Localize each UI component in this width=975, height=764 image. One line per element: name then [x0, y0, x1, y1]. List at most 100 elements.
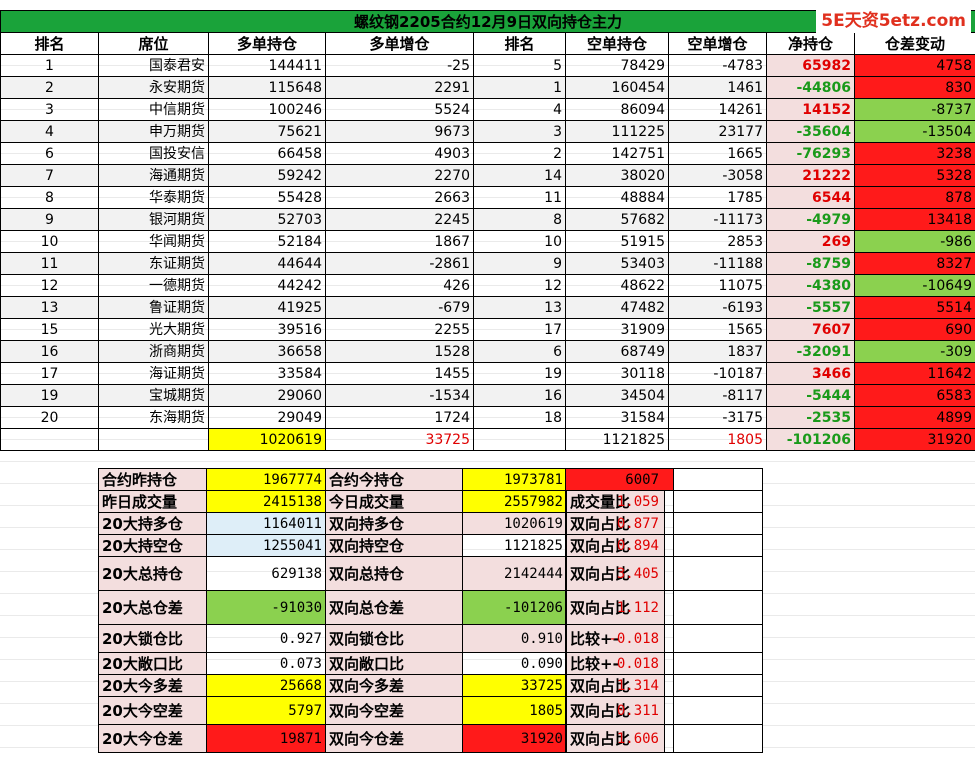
ratio-row: 1.059	[565, 490, 763, 513]
short-change-cell: 2853	[668, 230, 767, 253]
firm-cell: 华泰期货	[98, 186, 209, 209]
firm-cell: 申万期货	[98, 120, 209, 143]
summary-label: 双向锁仓比	[325, 624, 463, 653]
long-change-cell: -679	[325, 296, 474, 319]
empty-cell	[0, 428, 99, 451]
short-change-cell: -6193	[668, 296, 767, 319]
ratio-spacer	[673, 652, 763, 675]
net-cell: 65982	[766, 54, 855, 77]
long-change-cell: 2663	[325, 186, 474, 209]
long-change-cell: 1455	[325, 362, 474, 385]
net-cell: -44806	[766, 76, 855, 99]
diff-cell: 3238	[854, 142, 975, 165]
table-row: 6 国投安信 66458 4903 2 142751 1665 -76293 3238	[0, 142, 975, 165]
long-cell: 66458	[208, 142, 326, 165]
short-cell: 78429	[565, 54, 669, 77]
firm-cell: 一德期货	[98, 274, 209, 297]
summary-label: 今日成交量	[325, 490, 463, 513]
diff-cell: -309	[854, 340, 975, 363]
short-rank-cell: 12	[473, 274, 566, 297]
ratio-spacer	[673, 468, 763, 491]
table-row: 20 东海期货 29049 1724 18 31584 -3175 -2535 4899	[0, 406, 975, 429]
summary-label: 双向今多差	[325, 674, 463, 697]
summary-label: 昨日成交量	[98, 490, 207, 513]
net-cell: 14152	[766, 98, 855, 121]
diff-cell: 11642	[854, 362, 975, 385]
summary-value: -101206	[462, 590, 567, 625]
column-header: 排名	[0, 32, 99, 55]
summary-value: 0.090	[462, 652, 567, 675]
diff-cell: 5514	[854, 296, 975, 319]
firm-cell: 国投安信	[98, 142, 209, 165]
summary-value: 2415138	[206, 490, 326, 513]
summary-label: 双向持多仓	[325, 512, 463, 535]
short-change-cell: 1837	[668, 340, 767, 363]
net-cell: -35604	[766, 120, 855, 143]
diff-cell: 6583	[854, 384, 975, 407]
summary-label: 20大锁仓比	[98, 624, 207, 653]
short-cell: 47482	[565, 296, 669, 319]
table-row: 8 华泰期货 55428 2663 11 48884 1785 6544 878	[0, 186, 975, 209]
ratio-value: 0.894	[565, 534, 674, 557]
rank-cell: 13	[0, 296, 99, 319]
ratio-spacer	[673, 512, 763, 535]
short-cell: 142751	[565, 142, 669, 165]
summary-value: -91030	[206, 590, 326, 625]
net-cell: 7607	[766, 318, 855, 341]
ratio-value: 3.405	[565, 556, 674, 591]
short-cell: 30118	[565, 362, 669, 385]
diff-cell: 13418	[854, 208, 975, 231]
summary-value: 1805	[462, 696, 567, 725]
ratio-spacer	[673, 674, 763, 697]
column-header: 席位	[98, 32, 209, 55]
ratio-row: 6007	[565, 468, 763, 491]
short-change-cell: -11173	[668, 208, 767, 231]
ratio-spacer	[673, 556, 763, 591]
summary-value: 31920	[462, 724, 567, 753]
ratio-spacer	[673, 624, 763, 653]
diff-cell: -986	[854, 230, 975, 253]
firm-cell: 浙商期货	[98, 340, 209, 363]
firm-cell: 国泰君安	[98, 54, 209, 77]
long-cell: 52184	[208, 230, 326, 253]
total-diff: 31920	[854, 428, 975, 451]
rank-cell: 7	[0, 164, 99, 187]
totals-row: 1020619 33725 1121825 1805 -101206 31920	[0, 428, 975, 451]
short-rank-cell: 2	[473, 142, 566, 165]
short-rank-cell: 5	[473, 54, 566, 77]
total-long: 1020619	[208, 428, 326, 451]
long-cell: 100246	[208, 98, 326, 121]
long-change-cell: 1867	[325, 230, 474, 253]
long-change-cell: 2255	[325, 318, 474, 341]
table-row: 11 东证期货 44644 -2861 9 53403 -11188 -8759 8327	[0, 252, 975, 275]
short-rank-cell: 6	[473, 340, 566, 363]
short-rank-cell: 4	[473, 98, 566, 121]
watermark-logo: 5E天资5etz.com	[816, 4, 971, 33]
short-cell: 51915	[565, 230, 669, 253]
summary-value: 25668	[206, 674, 326, 697]
summary-value: 2557982	[462, 490, 567, 513]
firm-cell: 鲁证期货	[98, 296, 209, 319]
short-rank-cell: 17	[473, 318, 566, 341]
total-net: -101206	[766, 428, 855, 451]
rank-cell: 11	[0, 252, 99, 275]
short-rank-cell: 9	[473, 252, 566, 275]
long-cell: 55428	[208, 186, 326, 209]
total-long-change: 33725	[325, 428, 474, 451]
summary-value: 0.073	[206, 652, 326, 675]
long-cell: 29060	[208, 384, 326, 407]
column-header: 净持仓	[766, 32, 855, 55]
empty-cell	[98, 428, 209, 451]
net-cell: 3466	[766, 362, 855, 385]
summary-value: 1164011	[206, 512, 326, 535]
summary-label: 20大总仓差	[98, 590, 207, 625]
summary-value: 629138	[206, 556, 326, 591]
ratio-spacer	[673, 724, 763, 753]
ratio-value: 1.059	[565, 490, 674, 513]
ratio-spacer	[673, 490, 763, 513]
ratio-row: 0.018	[565, 652, 763, 675]
short-rank-cell: 3	[473, 120, 566, 143]
summary-label: 20大今多差	[98, 674, 207, 697]
short-cell: 31909	[565, 318, 669, 341]
short-change-cell: 1785	[668, 186, 767, 209]
